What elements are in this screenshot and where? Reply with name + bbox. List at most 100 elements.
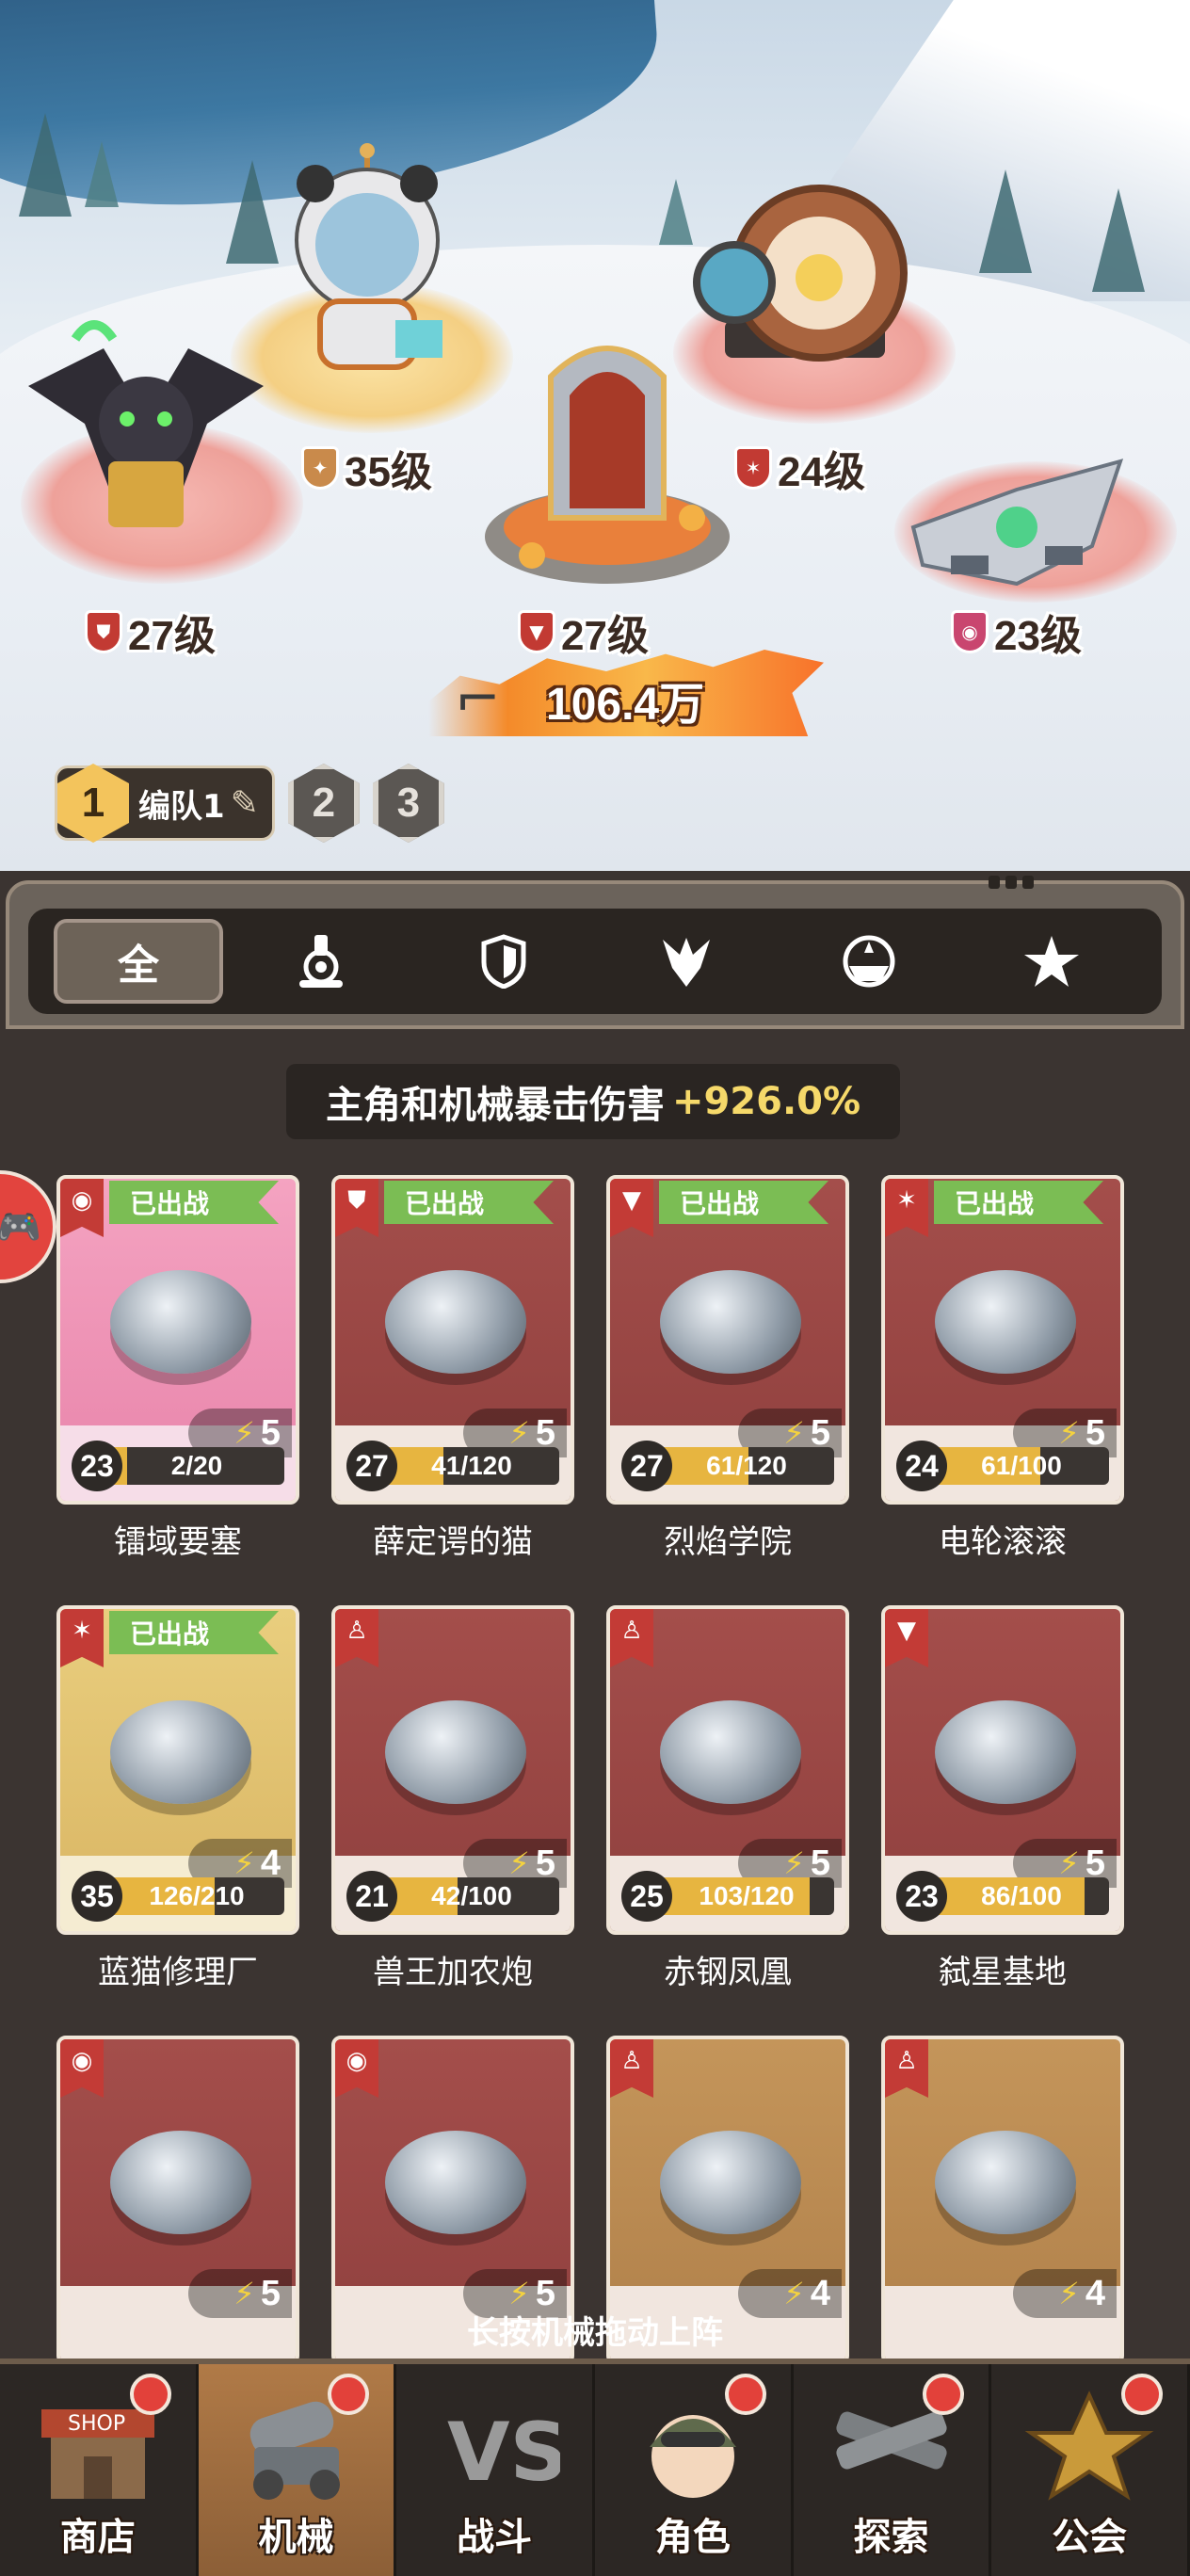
bonus-value: +926.0% xyxy=(671,1080,861,1123)
card-level-row: 27 41/120 xyxy=(346,1441,559,1491)
mech-art xyxy=(87,1667,275,1837)
upgrade-progress-bar: 42/100 xyxy=(384,1877,559,1915)
mech-image xyxy=(110,2131,251,2234)
card-name: 镭域要塞 xyxy=(114,1523,242,1561)
electric-wheel-unit[interactable] xyxy=(678,179,913,386)
card-name: 烈焰学院 xyxy=(664,1523,792,1561)
combat-power-value: 106.4万 xyxy=(546,680,705,730)
card-frame: ⛊ 已出战 ⚡ 5 27 41/120 xyxy=(331,1175,574,1505)
pine-tree xyxy=(1092,188,1145,292)
mech-art xyxy=(87,1237,275,1407)
nav-shop[interactable]: SHOP 商店 xyxy=(0,2364,199,2576)
card-frame: ▼ ⚡ 5 23 86/100 xyxy=(881,1605,1124,1935)
card-level-row: 35 126/210 xyxy=(72,1871,284,1922)
mech-image xyxy=(110,1700,251,1804)
card-name: 兽王加农炮 xyxy=(373,1954,533,1991)
upgrade-progress-bar: 2/20 xyxy=(109,1447,284,1485)
nav-guild[interactable]: 公会 xyxy=(991,2364,1190,2576)
mech-card[interactable]: ▼ ⚡ 5 23 86/100 弑星基地 xyxy=(881,1605,1124,1991)
bat-cat-unit[interactable] xyxy=(19,311,273,555)
progress-text: 86/100 xyxy=(981,1881,1062,1910)
upgrade-progress-bar: 61/100 xyxy=(934,1447,1109,1485)
bonus-label: 主角和机械暴击伤害 xyxy=(325,1084,665,1127)
team-name: 编队1 xyxy=(138,787,225,826)
nav-battle[interactable]: VS 战斗 xyxy=(396,2364,596,2576)
card-frame: ✶ 已出战 ⚡ 5 24 61/100 xyxy=(881,1175,1124,1505)
tab-shield[interactable] xyxy=(419,919,588,1004)
gear-type-icon: ✦ xyxy=(301,446,339,490)
svg-text:VS: VS xyxy=(447,2406,560,2500)
tab-all[interactable]: 全 xyxy=(54,919,223,1004)
tab-star[interactable] xyxy=(967,919,1136,1004)
card-level-row: 25 103/120 xyxy=(621,1871,834,1922)
card-frame: ♙ ⚡ 5 21 42/100 xyxy=(331,1605,574,1935)
fortress-ship-unit[interactable] xyxy=(904,452,1130,612)
card-level-row: 23 2/20 xyxy=(72,1441,284,1491)
team-2-button[interactable]: 2 xyxy=(287,764,360,843)
team-3-button[interactable]: 3 xyxy=(372,764,444,843)
panda-astronaut-unit[interactable] xyxy=(264,141,471,395)
mech-card[interactable]: ▼ 已出战 ⚡ 5 27 61/120 烈焰学院 xyxy=(606,1175,849,1561)
unit-level-label: ✦ 35级 xyxy=(301,444,432,495)
turret-icon: ♙ xyxy=(335,1609,378,1667)
nav-explore[interactable]: 探索 xyxy=(794,2364,992,2576)
progress-text: 61/120 xyxy=(706,1451,787,1480)
tab-claw[interactable] xyxy=(602,919,771,1004)
card-frame: ✶ 已出战 ⚡ 4 35 126/210 xyxy=(56,1605,299,1935)
gamepad-icon: 🎮 xyxy=(0,1205,41,1248)
nav-mech[interactable]: 机械 xyxy=(198,2364,397,2576)
mech-image xyxy=(385,2131,526,2234)
pine-tree xyxy=(85,141,119,207)
nav-character[interactable]: 角色 xyxy=(595,2364,794,2576)
mech-card[interactable]: ⛊ 已出战 ⚡ 5 27 41/120 薛定谔的猫 xyxy=(331,1175,574,1561)
pine-tree xyxy=(19,113,72,217)
mech-image xyxy=(660,1700,801,1804)
svg-text:SHOP: SHOP xyxy=(68,2412,125,2436)
claw-icon xyxy=(663,938,710,987)
deployed-tag: 已出战 xyxy=(934,1181,1103,1224)
notification-dot xyxy=(724,2374,766,2415)
mech-card[interactable]: ◉ 已出战 ⚡ 5 23 2/20 镭域要塞 xyxy=(56,1175,299,1561)
card-name: 蓝猫修理厂 xyxy=(98,1954,258,1991)
crit-bonus-banner: 主角和机械暴击伤害 +926.0% xyxy=(286,1064,900,1139)
card-name: 薛定谔的猫 xyxy=(373,1523,533,1561)
pencil-icon[interactable]: ✎ xyxy=(231,784,259,823)
mech-card[interactable]: ♙ ⚡ 5 25 103/120 赤钢凤凰 xyxy=(606,1605,849,1991)
drag-hint: 长按机械拖动上阵 xyxy=(467,2314,723,2352)
claw-icon: ▼ xyxy=(885,1609,928,1667)
card-level-row: 23 86/100 xyxy=(896,1871,1109,1922)
mech-card[interactable]: ✶ 已出战 ⚡ 4 35 126/210 蓝猫修理厂 xyxy=(56,1605,299,1991)
deployed-tag: 已出战 xyxy=(384,1181,554,1224)
mech-art xyxy=(636,2098,825,2267)
star-icon: ✶ xyxy=(885,1179,928,1237)
vs-icon: VS xyxy=(424,2391,565,2504)
tab-dome[interactable] xyxy=(784,919,954,1004)
dome-icon: ◉ xyxy=(60,1179,104,1237)
card-name: 电轮滚滚 xyxy=(939,1523,1067,1561)
mech-image xyxy=(935,1270,1076,1374)
shield-type-icon: ⛊ xyxy=(85,610,122,653)
shield-icon: ⛊ xyxy=(335,1179,378,1237)
team-1-button[interactable]: 1 编队1 ✎ xyxy=(55,764,275,843)
tab-turret[interactable] xyxy=(236,919,406,1004)
deployed-tag: 已出战 xyxy=(659,1181,828,1224)
progress-text: 42/100 xyxy=(431,1881,512,1910)
upgrade-progress-bar: 103/120 xyxy=(659,1877,834,1915)
card-name: 弑星基地 xyxy=(939,1954,1067,1991)
unit-level-label: ⛊ 27级 xyxy=(85,608,216,659)
mech-image xyxy=(935,1700,1076,1804)
notification-dot xyxy=(1121,2374,1164,2415)
mech-art xyxy=(87,2098,275,2267)
mech-card[interactable]: ✶ 已出战 ⚡ 5 24 61/100 电轮滚滚 xyxy=(881,1175,1124,1561)
unit-level-label: ✶ 24级 xyxy=(734,444,865,495)
card-frame: ♙ ⚡ 5 25 103/120 xyxy=(606,1605,849,1935)
upgrade-progress-bar: 41/120 xyxy=(384,1447,559,1485)
pine-tree xyxy=(979,169,1032,273)
mech-image xyxy=(385,1270,526,1374)
card-frame: ◉ 已出战 ⚡ 5 23 2/20 xyxy=(56,1175,299,1505)
dome-icon: ◉ xyxy=(60,2039,104,2098)
dome-icon: ◉ xyxy=(335,2039,378,2098)
mech-art xyxy=(362,2098,550,2267)
deployed-tag: 已出战 xyxy=(109,1181,279,1224)
mech-card[interactable]: ♙ ⚡ 5 21 42/100 兽王加农炮 xyxy=(331,1605,574,1991)
